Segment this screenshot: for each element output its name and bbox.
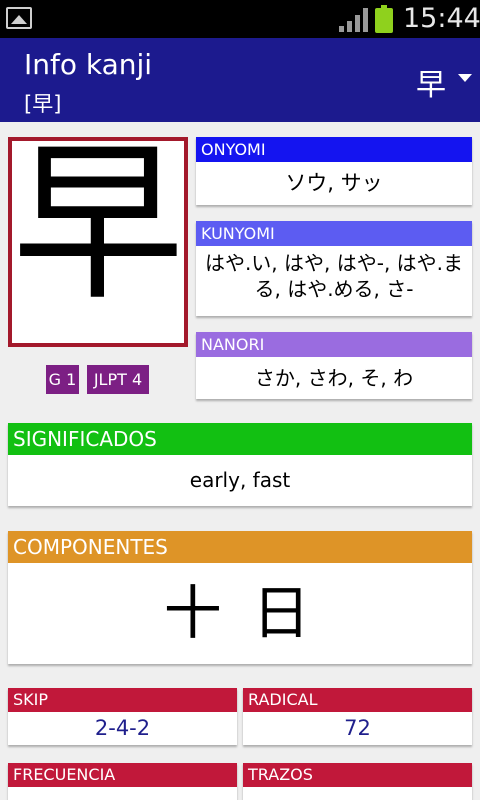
frequency-header: FRECUENCIA [8, 763, 237, 787]
nanori-value: さか, さわ, そ, わ [254, 366, 414, 390]
kanji-glyph: 早 [12, 141, 184, 324]
frequency-card: FRECUENCIA [8, 763, 237, 800]
components-header: COMPONENTES [8, 531, 472, 563]
radical-value: 72 [344, 716, 371, 740]
kanji-character: 早 [12, 141, 184, 324]
kanji-selector-label[interactable]: 早 [416, 60, 446, 104]
chevron-down-icon[interactable] [458, 74, 472, 82]
status-bar: 15:44 [0, 0, 480, 38]
jlpt-badge: JLPT 4 [87, 365, 149, 394]
page-subtitle: [早] [24, 92, 62, 116]
components-card: COMPONENTES 十 日 [8, 531, 472, 664]
onyomi-card: ONYOMI ソウ, サッ [196, 137, 472, 205]
meanings-header: SIGNIFICADOS [8, 423, 472, 455]
meanings-card: SIGNIFICADOS early, fast [8, 423, 472, 506]
nanori-header: NANORI [196, 332, 472, 357]
skip-value: 2-4-2 [94, 716, 151, 740]
skip-header: SKIP [8, 688, 237, 712]
battery-icon [375, 5, 393, 33]
components-value[interactable]: 十 日 [8, 563, 472, 664]
kunyomi-value: はや.い, はや, はや-, はや.まる, はや.める, さ- [204, 251, 464, 301]
kunyomi-header: KUNYOMI [196, 221, 472, 246]
strokes-card: TRAZOS [243, 763, 472, 800]
onyomi-header: ONYOMI [196, 137, 472, 162]
kanji-display: 早 [8, 137, 188, 347]
page-title: Info kanji [24, 48, 153, 81]
kunyomi-card: KUNYOMI はや.い, はや, はや-, はや.まる, はや.める, さ- [196, 221, 472, 316]
strokes-header: TRAZOS [243, 763, 472, 787]
skip-card: SKIP 2-4-2 [8, 688, 237, 745]
clock: 15:44 [403, 3, 480, 34]
image-notification-icon [6, 7, 32, 29]
radical-card: RADICAL 72 [243, 688, 472, 745]
nanori-card: NANORI さか, さわ, そ, わ [196, 332, 472, 399]
radical-header: RADICAL [243, 688, 472, 712]
meanings-value: early, fast [189, 468, 291, 492]
grade-badge: G 1 [46, 365, 79, 394]
action-bar: Info kanji [早] 早 [0, 38, 480, 122]
onyomi-value: ソウ, サッ [285, 171, 383, 195]
signal-icon [339, 8, 368, 32]
